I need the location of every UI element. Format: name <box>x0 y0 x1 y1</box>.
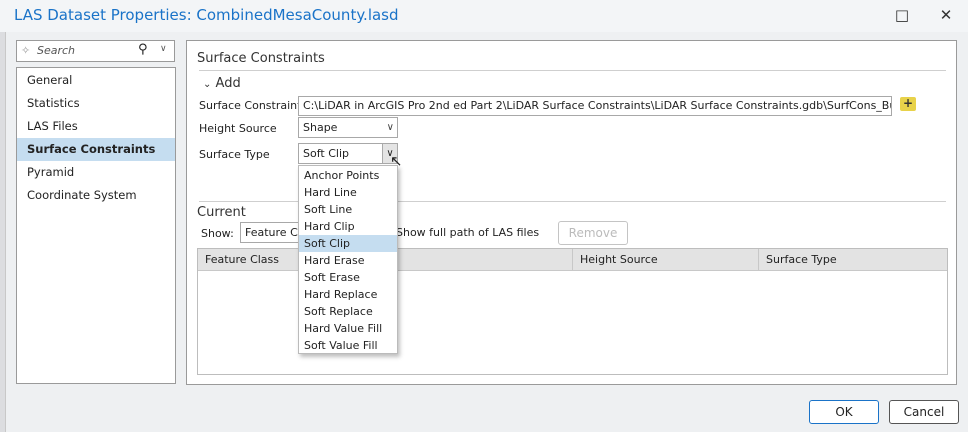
search-input[interactable]: ✧ Search ⚲ ∨ <box>16 40 175 62</box>
ok-button[interactable]: OK <box>809 400 879 424</box>
sidebar-item-coordinate-system[interactable]: Coordinate System <box>17 184 175 207</box>
option-soft-replace[interactable]: Soft Replace <box>299 303 397 320</box>
chevron-down-icon: ∨ <box>386 122 394 133</box>
search-placeholder: Search <box>37 44 76 57</box>
maximize-icon[interactable]: □ <box>884 4 920 26</box>
chevron-down-icon[interactable]: ∨ <box>160 44 167 54</box>
sidebar-item-las-files[interactable]: LAS Files <box>17 115 175 138</box>
add-feature-class-icon[interactable]: + <box>900 97 916 111</box>
mouse-cursor-icon: ↖ <box>390 152 403 170</box>
section-title: Surface Constraints <box>197 51 325 66</box>
surface-type-label: Surface Type <box>199 148 270 161</box>
surface-constraint-label: Surface Constraint <box>199 99 302 112</box>
close-icon[interactable]: ✕ <box>928 4 964 26</box>
sidebar-item-statistics[interactable]: Statistics <box>17 92 175 115</box>
sidebar-item-surface-constraints[interactable]: Surface Constraints <box>17 138 175 161</box>
surface-constraint-input[interactable]: C:\LiDAR in ArcGIS Pro 2nd ed Part 2\LiD… <box>298 96 892 116</box>
nav-list: General Statistics LAS Files Surface Con… <box>16 67 176 384</box>
option-hard-value-fill[interactable]: Hard Value Fill <box>299 320 397 337</box>
option-soft-erase[interactable]: Soft Erase <box>299 269 397 286</box>
sparkle-icon: ✧ <box>21 44 31 57</box>
window-title: LAS Dataset Properties: CombinedMesaCoun… <box>14 6 399 24</box>
chevron-down-icon: ⌄ <box>203 79 212 90</box>
surface-type-select[interactable]: Soft Clip ∨ <box>298 143 398 164</box>
option-soft-line[interactable]: Soft Line <box>299 201 397 218</box>
divider <box>199 70 946 71</box>
cancel-button[interactable]: Cancel <box>889 400 959 424</box>
option-anchor-points[interactable]: Anchor Points <box>299 167 397 184</box>
column-header-height-source[interactable]: Height Source <box>573 249 759 271</box>
current-label: Current <box>197 205 246 220</box>
column-header-surface-type[interactable]: Surface Type <box>759 249 947 271</box>
height-source-label: Height Source <box>199 122 277 135</box>
option-hard-replace[interactable]: Hard Replace <box>299 286 397 303</box>
sidebar-item-pyramid[interactable]: Pyramid <box>17 161 175 184</box>
add-expander[interactable]: ⌄ Add <box>203 76 241 91</box>
surface-type-dropdown-list: Anchor Points Hard Line Soft Line Hard C… <box>298 165 398 354</box>
sidebar-item-general[interactable]: General <box>17 69 175 92</box>
option-hard-clip[interactable]: Hard Clip <box>299 218 397 235</box>
option-hard-line[interactable]: Hard Line <box>299 184 397 201</box>
search-icon[interactable]: ⚲ <box>138 42 148 57</box>
height-source-value: Shape <box>303 121 338 134</box>
add-label: Add <box>215 76 241 91</box>
show-label: Show: <box>201 227 234 240</box>
option-soft-value-fill[interactable]: Soft Value Fill <box>299 337 397 354</box>
title-bar: LAS Dataset Properties: CombinedMesaCoun… <box>0 0 968 32</box>
option-soft-clip[interactable]: Soft Clip <box>299 235 397 252</box>
remove-button[interactable]: Remove <box>558 221 628 245</box>
surface-type-value: Soft Clip <box>303 147 349 160</box>
option-hard-erase[interactable]: Hard Erase <box>299 252 397 269</box>
background-window-edge <box>0 32 6 432</box>
full-path-label: Show full path of LAS files <box>396 226 540 239</box>
height-source-select[interactable]: Shape ∨ <box>298 117 398 138</box>
